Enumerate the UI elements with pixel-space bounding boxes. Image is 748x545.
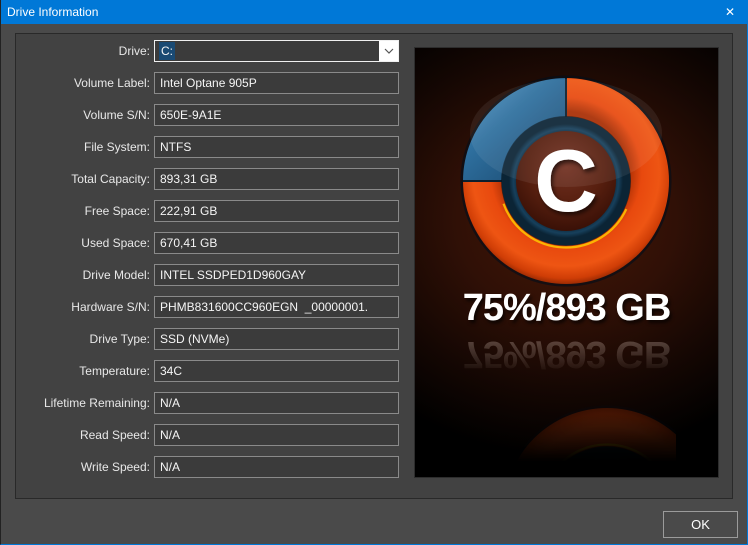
- titlebar: Drive Information ✕: [1, 0, 747, 24]
- usage-summary-text: 75%/893 GB: [415, 287, 718, 330]
- chevron-down-icon[interactable]: [379, 41, 398, 61]
- drive-label: Drive:: [20, 40, 150, 62]
- used-space-field[interactable]: 670,41 GB: [154, 232, 399, 254]
- total-capacity-label: Total Capacity:: [20, 168, 150, 190]
- lifetime-remaining-field[interactable]: N/A: [154, 392, 399, 414]
- drive-usage-graphic: C 75%/893 GB 75%/893 GB: [414, 47, 719, 478]
- write-speed-field[interactable]: N/A: [154, 456, 399, 478]
- free-space-label: Free Space:: [20, 200, 150, 222]
- drive-model-label: Drive Model:: [20, 264, 150, 286]
- ok-button[interactable]: OK: [663, 511, 738, 538]
- file-system-field[interactable]: NTFS: [154, 136, 399, 158]
- read-speed-label: Read Speed:: [20, 424, 150, 446]
- temperature-label: Temperature:: [20, 360, 150, 382]
- temperature-field[interactable]: 34C: [154, 360, 399, 382]
- write-speed-label: Write Speed:: [20, 456, 150, 478]
- drive-type-field[interactable]: SSD (NVMe): [154, 328, 399, 350]
- total-capacity-field[interactable]: 893,31 GB: [154, 168, 399, 190]
- free-space-field[interactable]: 222,91 GB: [154, 200, 399, 222]
- volume-label-field[interactable]: Intel Optane 905P: [154, 72, 399, 94]
- donut-reflection: C: [456, 378, 676, 478]
- hardware-sn-field[interactable]: PHMB831600CC960EGN _00000001.: [154, 296, 399, 318]
- close-icon: ✕: [725, 5, 735, 19]
- read-speed-field[interactable]: N/A: [154, 424, 399, 446]
- usage-text-reflection: 75%/893 GB: [415, 332, 718, 378]
- drive-letter: C: [534, 131, 598, 230]
- drive-letter: C: [575, 462, 639, 478]
- volume-label-label: Volume Label:: [20, 72, 150, 94]
- close-button[interactable]: ✕: [713, 0, 747, 24]
- disk-usage-donut: C: [456, 71, 676, 291]
- disk-usage-donut: C: [497, 401, 676, 478]
- window-title: Drive Information: [1, 5, 713, 19]
- main-panel: Drive: C: Volume Label: Intel Optane 905…: [15, 33, 733, 499]
- volume-sn-label: Volume S/N:: [20, 104, 150, 126]
- hardware-sn-label: Hardware S/N:: [20, 296, 150, 318]
- used-space-label: Used Space:: [20, 232, 150, 254]
- file-system-label: File System:: [20, 136, 150, 158]
- volume-sn-field[interactable]: 650E-9A1E: [154, 104, 399, 126]
- drive-information-dialog: Drive Information ✕ Drive: C: Volume Lab…: [0, 0, 748, 545]
- drive-model-field[interactable]: INTEL SSDPED1D960GAY: [154, 264, 399, 286]
- drive-combobox[interactable]: C:: [154, 40, 399, 62]
- drive-selected-value: C:: [159, 42, 175, 60]
- lifetime-remaining-label: Lifetime Remaining:: [20, 392, 150, 414]
- ok-button-label: OK: [691, 517, 710, 532]
- drive-type-label: Drive Type:: [20, 328, 150, 350]
